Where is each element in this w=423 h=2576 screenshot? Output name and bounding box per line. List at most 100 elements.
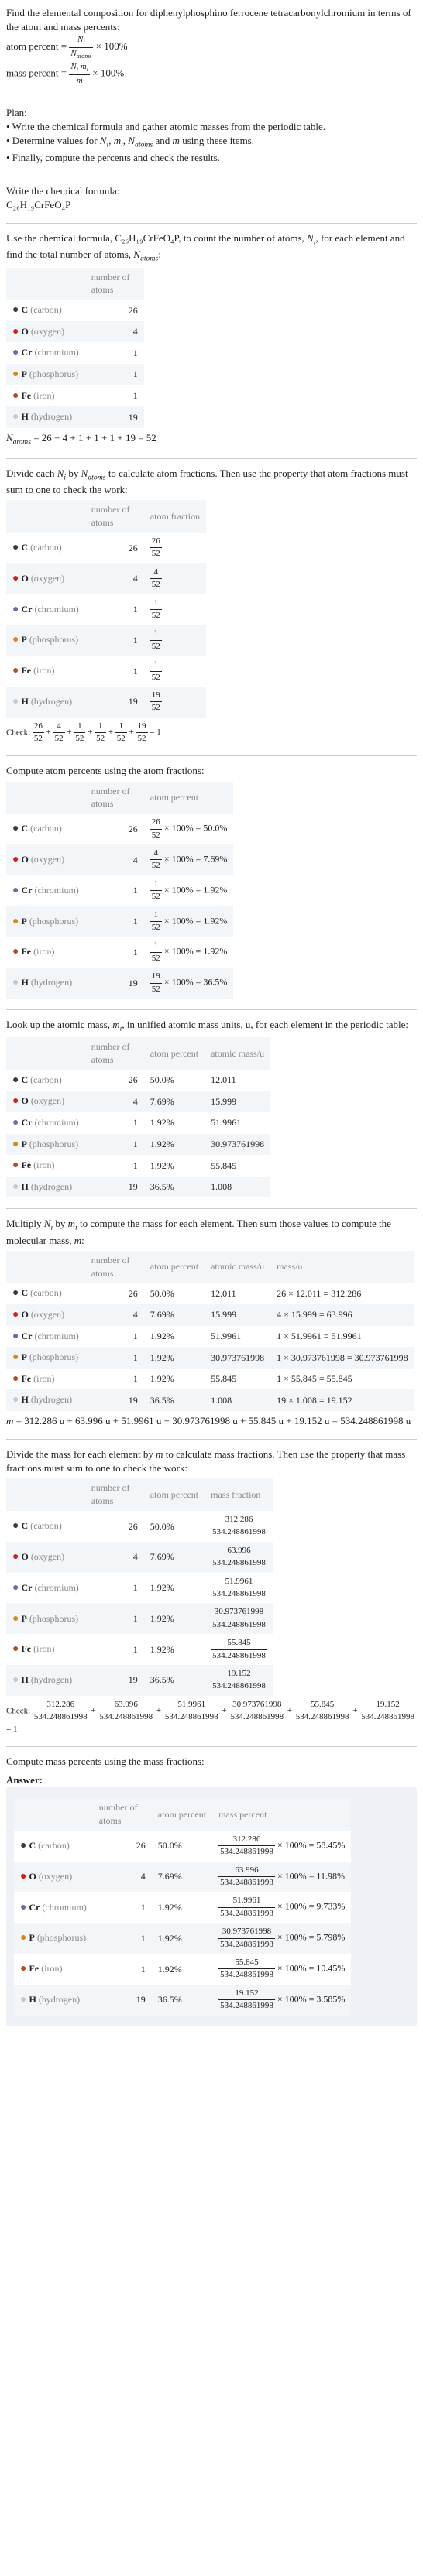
times-100: × 100% <box>92 67 124 78</box>
atom-fraction: 1952 <box>144 687 206 718</box>
element-dot-icon: ● <box>12 368 19 380</box>
col-mass: mass/u <box>270 1251 414 1283</box>
element-label: ● Fe (iron) <box>12 946 54 957</box>
atomfrac-heading: Divide each Ni by Natoms to calculate at… <box>6 467 417 497</box>
divider <box>6 755 417 756</box>
atom-count: 19 <box>85 406 144 428</box>
element-label: ● H (hydrogen) <box>12 1181 72 1192</box>
table-row: ● O (oxygen)4452 <box>6 564 206 594</box>
atom-count: 1 <box>85 364 144 385</box>
element-dot-icon: ● <box>12 604 19 615</box>
element-label: ● O (oxygen) <box>12 1551 64 1562</box>
element-dot-icon: ● <box>20 1963 26 1975</box>
element-label: ● Cr (chromium) <box>12 1582 79 1593</box>
mass-value: 19 × 1.008 = 19.152 <box>270 1389 414 1411</box>
table-row: ● O (oxygen)4 <box>6 321 144 343</box>
element-dot-icon: ● <box>12 885 19 896</box>
atom-percent-label: atom percent = <box>6 41 67 53</box>
plan-bullet-3: • Finally, compute the percents and chec… <box>6 151 417 165</box>
mass-table: number of atomsatom percentatomic mass/u… <box>6 1251 414 1411</box>
atomic-mass: 15.999 <box>205 1091 270 1112</box>
atom-percent-formula: atom percent = Ni Natoms × 100% <box>6 34 417 60</box>
mass-value: 26 × 12.011 = 312.286 <box>270 1283 414 1304</box>
atom-percent-block: Compute atom percents using the atom fra… <box>6 764 417 998</box>
col-mass-fraction: mass fraction <box>205 1478 273 1511</box>
element-dot-icon: ● <box>12 347 19 358</box>
table-row: ● P (phosphorus)11.92%30.973761998 <box>6 1134 270 1156</box>
table-row: ● O (oxygen)47.69%63.996534.248861998 <box>6 1542 273 1573</box>
element-label: ● O (oxygen) <box>12 326 64 337</box>
mass-percent-formula: mass percent = Ni mi m × 100% <box>6 61 417 87</box>
element-dot-icon: ● <box>12 1095 19 1107</box>
mass-percent: 51.9961534.248861998 × 100% = 9.733% <box>212 1892 351 1923</box>
element-dot-icon: ● <box>12 390 19 402</box>
table-row: ● H (hydrogen)19 <box>6 406 144 428</box>
element-label: ● O (oxygen) <box>20 1871 72 1882</box>
table-row: ● P (phosphorus) 1 <box>6 364 144 385</box>
element-label: ● P (phosphorus) <box>20 1932 86 1943</box>
element-dot-icon: ● <box>12 1160 19 1171</box>
atom-percent: 152 × 100% = 1.92% <box>144 906 234 937</box>
element-label: ● P (phosphorus) <box>12 368 78 379</box>
element-dot-icon: ● <box>20 1994 26 2006</box>
mass-fraction: 55.845534.248861998 <box>205 1634 273 1665</box>
table-row: ● Cr (chromium)11.92%51.99611 × 51.9961 … <box>6 1326 414 1348</box>
element-dot-icon: ● <box>12 665 19 677</box>
element-label: ● H (hydrogen) <box>20 1994 80 2005</box>
atom-count-table: number of atoms ● C (carbon)26● O (oxyge… <box>6 268 144 428</box>
atom-percent-fraction: Ni Natoms <box>69 34 93 60</box>
table-row: ● Cr (chromium)1 <box>6 342 144 364</box>
element-dot-icon: ● <box>12 854 19 865</box>
table-row: ● O (oxygen)4452 × 100% = 7.69% <box>6 844 233 875</box>
atom-percent: 2652 × 100% = 50.0% <box>144 814 234 844</box>
table-row: ● Fe (iron)1152 × 100% = 1.92% <box>6 937 233 968</box>
element-label: ● O (oxygen) <box>12 1095 64 1106</box>
element-dot-icon: ● <box>12 1117 19 1129</box>
plan-bullet-2: • Determine values for Ni, mi, Natoms an… <box>6 134 417 150</box>
table-row: ● Fe (iron)11.92%55.845534.248861998 <box>6 1634 273 1665</box>
element-dot-icon: ● <box>12 1613 19 1625</box>
table-row: ● Cr (chromium)11.92%51.9961534.24886199… <box>14 1892 351 1923</box>
element-dot-icon: ● <box>12 573 19 584</box>
atom-fraction-block: Divide each Ni by Natoms to calculate at… <box>6 467 417 745</box>
table-row: ● C (carbon)262652 × 100% = 50.0% <box>6 814 233 844</box>
atom-count: 1 <box>85 342 144 364</box>
element-label: ● Fe (iron) <box>20 1963 62 1974</box>
atomic-mass: 51.9961 <box>205 1112 270 1134</box>
element-label: ● C (carbon) <box>12 542 62 553</box>
table-row: ● H (hydrogen)191952 <box>6 687 206 718</box>
element-label: ● H (hydrogen) <box>12 696 72 707</box>
answer-box: number of atomsatom percentmass percent … <box>6 1787 417 2026</box>
atom-fraction: 2652 <box>144 533 206 564</box>
element-dot-icon: ● <box>20 1840 26 1852</box>
table-row: ● C (carbon)26 <box>6 300 144 321</box>
plan-block: Plan: • Write the chemical formula and g… <box>6 106 417 165</box>
table-row: ● C (carbon)2650.0%12.011 <box>6 1070 270 1091</box>
table-row: ● C (carbon)2650.0%12.01126 × 12.011 = 3… <box>6 1283 414 1304</box>
mass-value: 1 × 30.973761998 = 30.973761998 <box>270 1347 414 1368</box>
atom-count: 1 <box>85 385 144 407</box>
table-row: ● P (phosphorus)11.92%30.973761998534.24… <box>14 1923 351 1954</box>
atomic-mass-block: Look up the atomic mass, mi, in unified … <box>6 1018 417 1197</box>
element-label: ● Cr (chromium) <box>12 1117 79 1128</box>
mass-percent: 63.996534.248861998 × 100% = 11.98% <box>212 1862 351 1893</box>
element-dot-icon: ● <box>12 1309 19 1321</box>
table-row: ● H (hydrogen)191952 × 100% = 36.5% <box>6 968 233 999</box>
divider <box>6 458 417 459</box>
element-label: ● Cr (chromium) <box>12 1331 79 1341</box>
col-mass-percent: mass percent <box>212 1798 351 1831</box>
element-label: ● C (carbon) <box>20 1840 70 1851</box>
divider <box>6 1208 417 1209</box>
mass-value: 1 × 51.9961 = 51.9961 <box>270 1326 414 1348</box>
mass-percent: 19.152534.248861998 × 100% = 3.585% <box>212 1985 351 2016</box>
table-row: ● Fe (iron)1 <box>6 385 144 407</box>
element-dot-icon: ● <box>12 916 19 927</box>
intro-block: Find the elemental composition for diphe… <box>6 6 417 87</box>
masspct-heading: Compute mass percents using the mass fra… <box>6 1755 417 1769</box>
table-row: ● P (phosphorus)1152 × 100% = 1.92% <box>6 906 233 937</box>
element-label: ● C (carbon) <box>12 1074 62 1085</box>
table-row: ● P (phosphorus)1152 <box>6 625 206 656</box>
mass-block: Multiply Ni by mi to compute the mass fo… <box>6 1217 417 1428</box>
divider <box>6 1009 417 1010</box>
element-dot-icon: ● <box>12 304 19 316</box>
